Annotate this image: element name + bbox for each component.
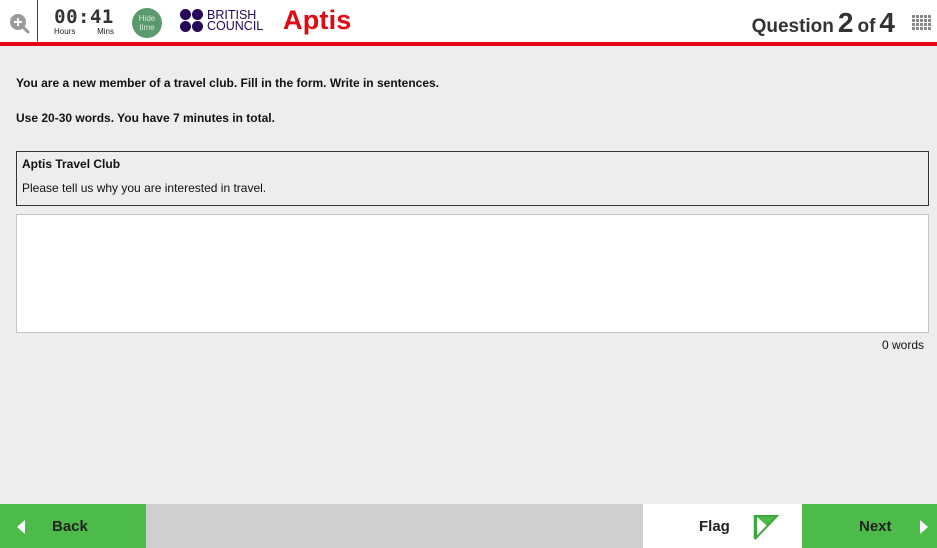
timer-digits: 00:41 <box>54 6 114 28</box>
question-current: 2 <box>837 7 854 38</box>
question-grid-icon[interactable] <box>912 15 931 30</box>
top-bar: 00:41 Hours Mins Hide time BRITISH COUNC… <box>0 0 937 46</box>
next-arrow-icon <box>920 520 928 534</box>
back-label: Back <box>52 518 88 535</box>
back-arrow-icon <box>17 520 25 534</box>
flag-button[interactable]: Flag <box>643 504 802 548</box>
answer-textarea[interactable] <box>16 214 929 333</box>
form-info-box: Aptis Travel Club Please tell us why you… <box>16 151 929 206</box>
question-total: 4 <box>879 7 895 38</box>
british-council-logo: BRITISH COUNCIL <box>180 8 264 33</box>
mins-label: Mins <box>97 27 114 36</box>
hours-label: Hours <box>54 27 76 36</box>
next-button[interactable]: Next <box>802 504 937 548</box>
form-prompt: Please tell us why you are interested in… <box>22 181 267 195</box>
question-prefix: Question <box>751 16 834 37</box>
flag-icon <box>753 515 779 540</box>
zoom-button[interactable] <box>0 0 38 46</box>
aptis-logo: Aptis <box>283 5 352 35</box>
brand-line2: COUNCIL <box>207 18 264 33</box>
british-council-dots-icon <box>180 9 203 32</box>
question-of: of <box>857 16 876 37</box>
countdown-timer: 00:41 Hours Mins <box>52 7 116 37</box>
form-title: Aptis Travel Club <box>22 157 121 171</box>
hide-time-button[interactable]: Hide time <box>132 8 162 38</box>
instruction-2: Use 20-30 words. You have 7 minutes in t… <box>16 111 275 125</box>
zoom-in-icon <box>9 14 29 34</box>
flag-label: Flag <box>699 518 730 535</box>
question-counter: Question 2 of 4 <box>752 9 895 38</box>
next-label: Next <box>859 518 892 535</box>
word-count: 0 words <box>881 338 924 352</box>
instruction-1: You are a new member of a travel club. F… <box>16 76 439 90</box>
footer-spacer <box>146 504 643 548</box>
back-button[interactable]: Back <box>0 504 146 548</box>
footer-nav: Back Flag Next <box>0 504 937 548</box>
